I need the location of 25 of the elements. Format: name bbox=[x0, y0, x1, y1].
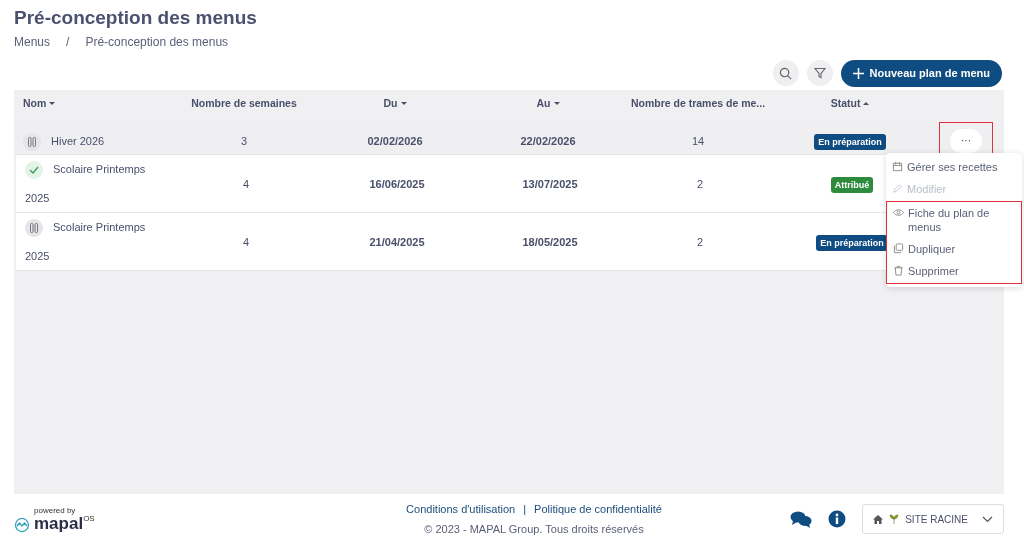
table-cell: 4 bbox=[242, 177, 250, 190]
breadcrumb-current: Pré-conception des menus bbox=[85, 33, 229, 51]
copyright-text: © 2023 - MAPAL Group. Tous droits réservés bbox=[423, 522, 645, 537]
plan-name: Hiver 2026 bbox=[51, 134, 105, 147]
table-cell: 18/05/2025 bbox=[522, 235, 578, 248]
table-cell: 22/02/2026 bbox=[520, 134, 576, 147]
column-header: Nombre de trames de me... bbox=[630, 97, 766, 110]
table-cell: 21/04/2025 bbox=[369, 235, 425, 248]
status-tag: En préparation bbox=[816, 234, 888, 251]
page-title: Pré-conception des menus bbox=[14, 8, 258, 29]
table-cell: 13/07/2025 bbox=[522, 177, 578, 190]
link-separator: | bbox=[523, 501, 527, 517]
table-cell: 3 bbox=[240, 134, 248, 147]
breadcrumb-separator: / bbox=[66, 33, 70, 51]
column-header: Nombre de semaines bbox=[191, 97, 297, 110]
table-cell: 2 bbox=[696, 235, 704, 248]
table-cell: 16/06/2025 bbox=[369, 177, 425, 190]
table-cell: 02/02/2026 bbox=[367, 134, 423, 147]
status-tag: Attribué bbox=[830, 176, 874, 193]
plan-name: Scolaire Printemps 2025 bbox=[25, 163, 146, 204]
table-cell: 2 bbox=[696, 177, 704, 190]
table-cell: 14 bbox=[691, 134, 705, 147]
plan-name: Scolaire Printemps 2025 bbox=[25, 221, 146, 262]
status-tag: En préparation bbox=[814, 133, 886, 150]
table-cell: 4 bbox=[242, 235, 250, 248]
